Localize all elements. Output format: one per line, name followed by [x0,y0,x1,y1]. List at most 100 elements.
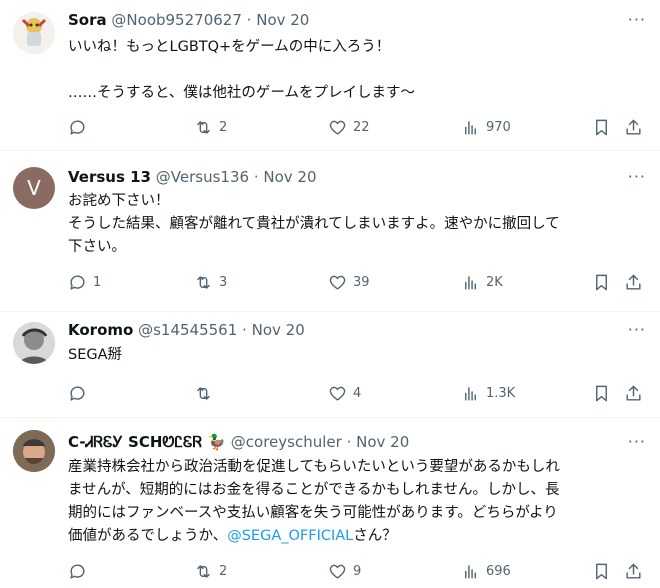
avatar[interactable] [13,430,55,472]
retweet-count: 2 [219,119,228,135]
views-button[interactable]: 2K [461,271,503,293]
like-count: 4 [353,385,362,401]
reply-icon [70,274,85,290]
mention-link[interactable]: @SEGA_OFFICIAL [227,528,353,544]
heart-icon [329,386,346,401]
action-bar: 2 9 696 [60,560,650,582]
avatar[interactable] [13,12,55,54]
timestamp[interactable]: Nov 20 [256,11,309,29]
bookmark-icon [596,119,607,135]
timestamp[interactable]: Nov 20 [356,433,409,451]
analytics-icon [465,564,476,579]
tweet-text: SEGA掰 [68,347,123,363]
reply-count: 1 [93,274,102,290]
tweet-header: Sora @Noob95270627 · Nov 20 [68,10,309,30]
bookmark-button[interactable] [592,560,611,582]
like-count: 39 [353,274,370,290]
reply-icon [70,119,85,135]
reply-icon [70,563,85,579]
tweet-text: 産業持株会社から政治活動を促進してもらいたいという要望があるかもしれ ませんが、… [68,456,646,548]
retweet-count: 3 [219,274,228,290]
share-icon [626,274,641,290]
retweet-button[interactable]: 2 [194,560,227,582]
more-options-icon[interactable]: ··· [628,320,646,339]
tweet[interactable]: V Versus 13 @Versus136 · Nov 20 ··· お詫め下… [0,151,660,312]
tweet[interactable]: Koromo @s14545561 · Nov 20 ··· SEGA掰 4 1… [0,312,660,418]
retweet-icon [197,564,210,578]
display-name[interactable]: Sora [68,11,107,29]
heart-icon [329,564,346,579]
view-count: 1.3K [486,385,516,401]
timestamp[interactable]: Nov 20 [263,168,316,186]
heart-icon [329,275,346,290]
more-options-icon[interactable]: ··· [628,167,646,186]
bookmark-icon [596,563,607,579]
like-button[interactable]: 22 [328,116,370,138]
timestamp[interactable]: Nov 20 [252,321,305,339]
user-handle[interactable]: @coreyschuler [231,433,342,451]
display-name[interactable]: Koromo [68,321,133,339]
tweet-text: いいね！もっとLGBTQ+をゲームの中に入ろう！ ……そうすると、僕は他社のゲー… [68,39,415,101]
separator-dot: · [346,433,352,451]
share-button[interactable] [624,116,643,138]
tweet-text-suffix: さん？ [353,528,397,544]
reply-button[interactable] [68,116,93,138]
separator-dot: · [246,11,252,29]
more-options-icon[interactable]: ··· [628,10,646,29]
tweet-header: C-ᏗᏒᏋᎩ SCHᏬᏝᏋᏒ 🦆 @coreyschuler · Nov 20 [68,432,409,452]
like-button[interactable]: 39 [328,271,370,293]
share-icon [626,563,641,579]
user-handle[interactable]: @Noob95270627 [111,11,241,29]
tweet-header: Koromo @s14545561 · Nov 20 [68,320,305,340]
like-button[interactable]: 9 [328,560,361,582]
user-handle[interactable]: @s14545561 [138,321,237,339]
tweet[interactable]: C-ᏗᏒᏋᎩ SCHᏬᏝᏋᏒ 🦆 @coreyschuler · Nov 20 … [0,418,660,588]
heart-icon [329,120,346,135]
avatar-letter: V [27,176,41,200]
analytics-icon [465,275,476,290]
retweet-count: 2 [219,563,228,579]
view-count: 696 [486,563,511,579]
action-bar: 2 22 970 [60,116,650,138]
reply-icon [70,385,85,401]
more-options-icon[interactable]: ··· [628,432,646,451]
retweet-icon [197,275,210,289]
views-button[interactable]: 696 [461,560,511,582]
reply-button[interactable]: 1 [68,271,101,293]
tweet-header: Versus 13 @Versus136 · Nov 20 [68,167,317,187]
tweet[interactable]: Sora @Noob95270627 · Nov 20 ··· いいね！もっとL… [0,0,660,151]
analytics-icon [465,120,476,135]
share-button[interactable] [624,382,643,404]
share-button[interactable] [624,271,643,293]
share-icon [626,385,641,401]
like-count: 9 [353,563,362,579]
analytics-icon [465,386,476,401]
view-count: 2K [486,274,503,290]
tweet-text: お詫め下さい！ そうした結果、顧客が離れて貴社が潰れてしまいますよ。速やかに撤回… [68,193,560,255]
bookmark-button[interactable] [592,116,611,138]
reply-button[interactable] [68,560,93,582]
views-button[interactable]: 1.3K [461,382,515,404]
retweet-button[interactable] [194,382,219,404]
like-button[interactable]: 4 [328,382,361,404]
retweet-icon [197,120,210,134]
view-count: 970 [486,119,511,135]
display-name[interactable]: C-ᏗᏒᏋᎩ SCHᏬᏝᏋᏒ 🦆 [68,433,226,451]
user-handle[interactable]: @Versus136 [156,168,249,186]
share-icon [626,119,641,135]
separator-dot: · [253,168,259,186]
separator-dot: · [242,321,247,339]
retweet-button[interactable]: 3 [194,271,227,293]
share-button[interactable] [624,560,643,582]
bookmark-button[interactable] [592,271,611,293]
action-bar: 1 3 39 2K [60,271,650,293]
reply-button[interactable] [68,382,93,404]
bookmark-icon [596,385,607,401]
avatar[interactable]: V [13,167,55,209]
views-button[interactable]: 970 [461,116,511,138]
avatar[interactable] [13,322,55,364]
bookmark-button[interactable] [592,382,611,404]
retweet-button[interactable]: 2 [194,116,227,138]
display-name[interactable]: Versus 13 [68,168,151,186]
action-bar: 4 1.3K [60,382,650,404]
